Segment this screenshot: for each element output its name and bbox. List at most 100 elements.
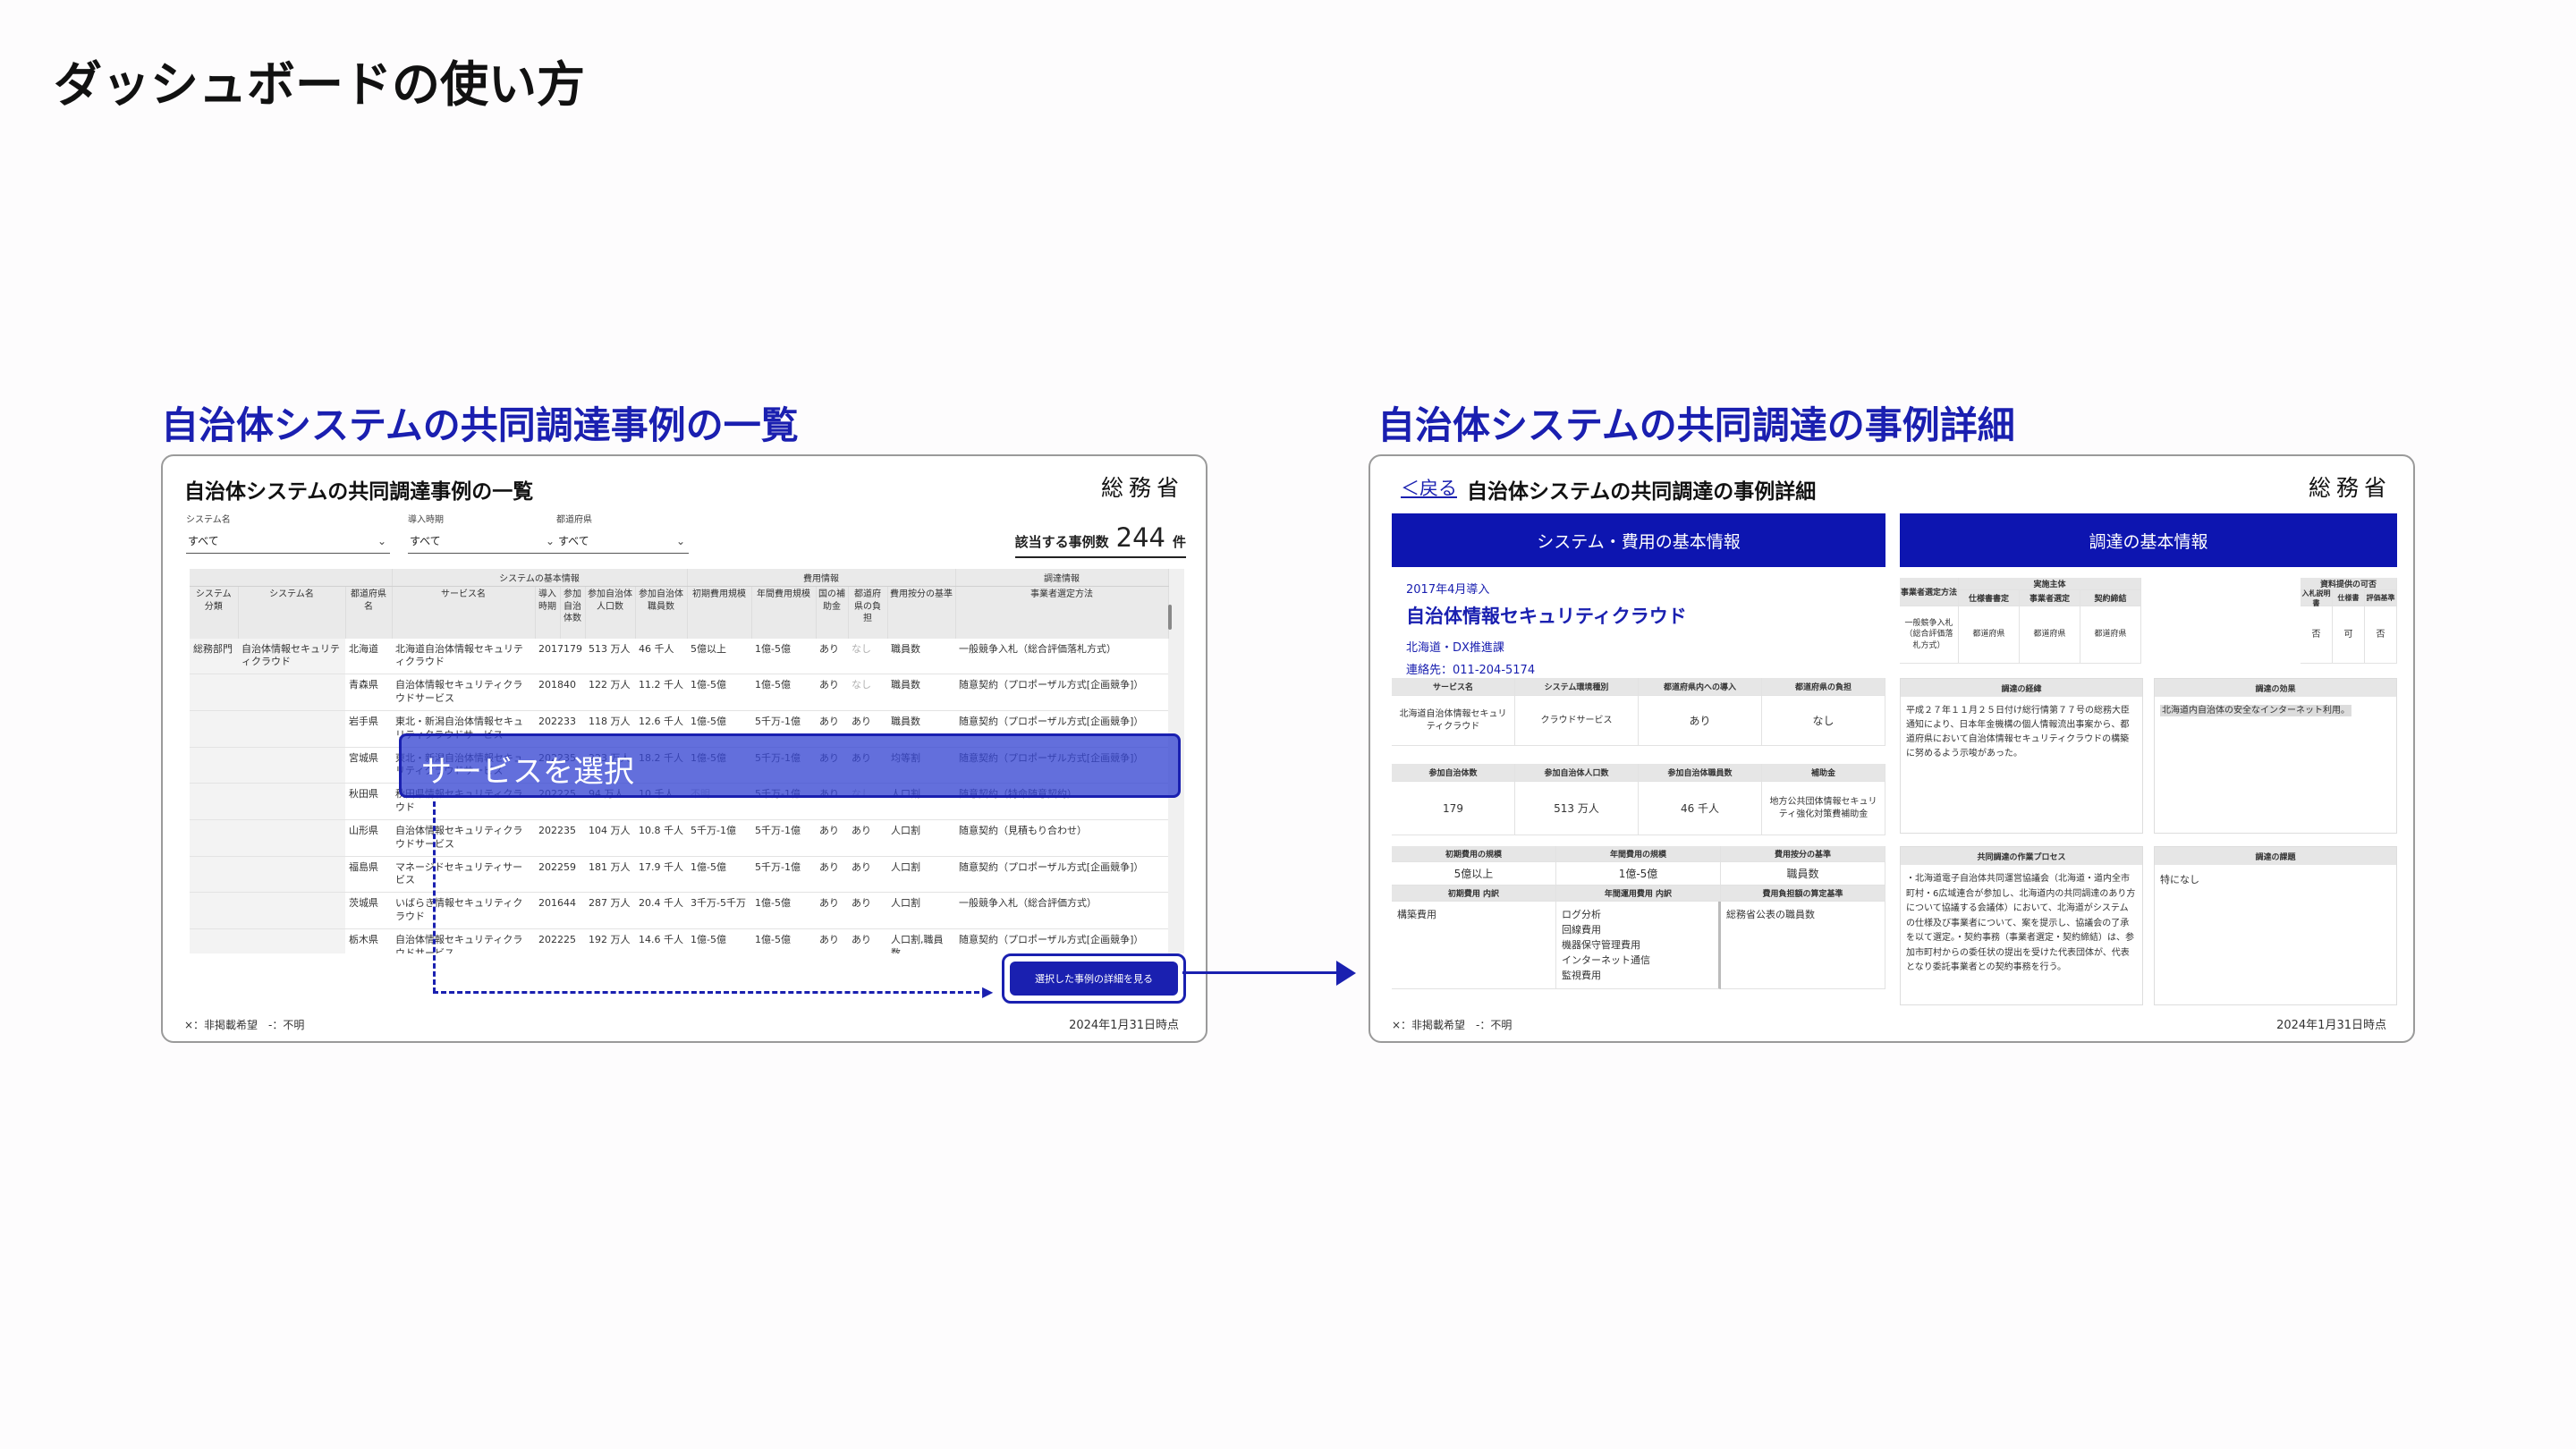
procurement-process-box: 共同調達の作業プロセス ・北海道電子自治体共同運営協議会（北海道・道内全市町村・… — [1900, 846, 2143, 1005]
table-cell: なし — [848, 674, 888, 711]
back-link[interactable]: ＜戻る — [1401, 474, 1457, 501]
system-name-select[interactable]: すべて ⌄ — [186, 529, 390, 554]
table-cell: あり — [816, 638, 849, 675]
procurement-effect-box: 調達の効果 北海道内自治体の安全なインターネット利用。 — [2154, 678, 2397, 834]
connector-arrow-line — [1182, 971, 1352, 974]
table-row[interactable]: 栃木県 自治体情報セキュリティクラウドサービス 2022 25 192 万人 14.6 千… — [190, 928, 1169, 953]
table-cell — [190, 928, 238, 953]
grid-value: あり — [1639, 696, 1762, 746]
grid-value: 1億-5億 — [1556, 862, 1721, 886]
table-cell: 5億以上 — [687, 638, 752, 675]
grid-value: 北海道自治体情報セキュリティクラウド — [1392, 696, 1515, 746]
box-body: 平成２７年１１月２５日付け総行情第７７号の総務大臣通知により、日本年金機構の個人… — [1906, 706, 2130, 758]
table-cell — [238, 928, 345, 953]
table-row[interactable]: 山形県 自治体情報セキュリティクラウドサービス 2022 35 104 万人 10.8 千… — [190, 819, 1169, 857]
agency-label: 総務省 — [2308, 475, 2392, 501]
table-cell: あり — [848, 928, 888, 953]
grid-header: 費用負担額の算定基準 — [1721, 886, 1885, 902]
detail-panel-title: 自治体システムの共同調達の事例詳細 — [1467, 480, 1817, 504]
list-item: 監視費用 — [1562, 970, 1601, 982]
table-cell: 1億-5億 — [751, 638, 817, 675]
table-cell: 2022 — [535, 928, 564, 953]
grid-header: 仕様書 — [2333, 590, 2365, 606]
table-cell — [190, 710, 238, 748]
list-section-title: 自治体システムの共同調達事例の一覧 — [161, 403, 799, 447]
grid-header: 参加自治体職員数 — [1639, 764, 1762, 782]
grid-header: 契約締結 — [2080, 590, 2141, 606]
table-cell: 山形県 — [345, 819, 392, 857]
table-scrollbar[interactable] — [1168, 605, 1172, 630]
table-cell: 59 — [560, 856, 585, 894]
grid-value: 513 万人 — [1515, 782, 1639, 835]
prefecture-select[interactable]: すべて ⌄ — [556, 529, 689, 554]
table-cell: 2016 — [535, 892, 564, 929]
view-detail-button[interactable]: 選択した事例の詳細を見る — [1010, 962, 1178, 996]
table-cell: 14.6 千人 — [635, 928, 688, 953]
table-cell: 179 — [560, 638, 585, 675]
table-cell: 岩手県 — [345, 710, 392, 748]
table-row[interactable]: 茨城県 いばらき情報セキュリティクラウド 2016 44 287 万人 20.4 千人 3千… — [190, 892, 1169, 929]
select-value: すべて — [410, 535, 441, 547]
table-cell: なし — [848, 638, 888, 675]
service-selection-highlight[interactable]: サービスを選択 — [399, 733, 1181, 798]
case-count: 該当する事例数 244 件 — [1014, 522, 1186, 558]
table-cell: あり — [848, 892, 888, 929]
table-cell — [238, 783, 345, 820]
table-cell: 北海道自治体情報セキュリティクラウド — [392, 638, 535, 675]
annual-cost-list[interactable]: ログ分析 回線費用 機器保守管理費用 インターネット通信 監視費用 — [1556, 902, 1721, 989]
table-row[interactable]: 福島県 マネージドセキュリティサービス 2022 59 181 万人 17.9 千人 1億-… — [190, 856, 1169, 894]
table-cell: 44 — [560, 892, 585, 929]
table-cell: 随意契約（プロポーザル方式[企画競争]） — [955, 856, 1169, 894]
table-cell: 1億-5億 — [687, 928, 752, 953]
table-cell: 35 — [560, 819, 585, 857]
column-header: 初期費用規模 — [687, 586, 752, 639]
filter-label: システム名 — [186, 515, 231, 525]
grid-header: 年間運用費用 内訳 — [1556, 886, 1721, 902]
table-cell: 1億-5億 — [751, 674, 817, 711]
table-cell: 一般競争入札（総合評価落札方式） — [955, 638, 1169, 675]
table-cell: 一般競争入札（総合評価方式） — [955, 892, 1169, 929]
table-cell: 青森県 — [345, 674, 392, 711]
table-cell: 北海道 — [345, 638, 392, 675]
column-header: システム名 — [238, 586, 346, 639]
grid-value: 都道府県 — [1959, 606, 2020, 664]
grid-header: 補助金 — [1762, 764, 1885, 782]
table-cell — [190, 747, 238, 784]
chevron-down-icon: ⌄ — [545, 534, 555, 547]
grid-value: 都道府県 — [2080, 606, 2141, 664]
table-cell: 5千万-1億 — [751, 856, 817, 894]
grid-value: 否 — [2301, 606, 2333, 664]
table-cell — [238, 892, 345, 929]
column-header: 参加自治体数 — [560, 586, 586, 639]
table-cell: 40 — [560, 674, 585, 711]
intro-period-select[interactable]: すべて ⌄ — [408, 529, 558, 554]
grid-header: 参加自治体人口数 — [1515, 764, 1639, 782]
cost-breakdown-grid: 初期費用 内訳 年間運用費用 内訳 費用負担額の算定基準 構築費用 ログ分析 回… — [1392, 886, 1885, 989]
box-header: 調達の効果 — [2155, 679, 2396, 697]
table-row[interactable]: 総務部門 自治体情報セキュリティクラウド 北海道 北海道自治体情報セキュリティクラウド… — [190, 638, 1169, 675]
table-cell: 10.8 千人 — [635, 819, 688, 857]
box-header: 調達の課題 — [2155, 847, 2396, 865]
grid-header: 年間費用の規模 — [1556, 846, 1721, 862]
list-item: インターネット通信 — [1562, 954, 1650, 967]
procurement-background-box: 調達の経緯 平成２７年１１月２５日付け総行情第７７号の総務大臣通知により、日本年… — [1900, 678, 2143, 834]
grid-header: 都道府県内への導入 — [1639, 678, 1762, 696]
group-header-system: システムの基本情報 — [392, 569, 688, 587]
grid-value: 否 — [2365, 606, 2397, 664]
table-cell: 2018 — [535, 674, 564, 711]
table-cell: 随意契約（プロポーザル方式[企画競争]） — [955, 928, 1169, 953]
list-item: ログ分析 — [1562, 909, 1601, 920]
table-cell: 随意契約（見積もり合わせ） — [955, 819, 1169, 857]
table-row[interactable]: 青森県 自治体情報セキュリティクラウドサービス 2018 40 122 万人 11.2 千… — [190, 674, 1169, 711]
grid-value: 5億以上 — [1392, 862, 1556, 886]
table-cell: 2022 — [535, 819, 564, 857]
filter-label: 導入時期 — [408, 515, 444, 525]
column-header: サービス名 — [392, 586, 536, 639]
table-cell: 人口割 — [887, 819, 956, 857]
grid-value: 地方公共団体情報セキュリティ強化対策費補助金 — [1762, 782, 1885, 835]
intro-year: 2017年4月導入 — [1406, 583, 1490, 597]
table-cell — [190, 783, 238, 820]
table-cell — [238, 856, 345, 894]
table-cell: あり — [816, 856, 849, 894]
grid-header: 入札説明書 — [2301, 589, 2333, 607]
